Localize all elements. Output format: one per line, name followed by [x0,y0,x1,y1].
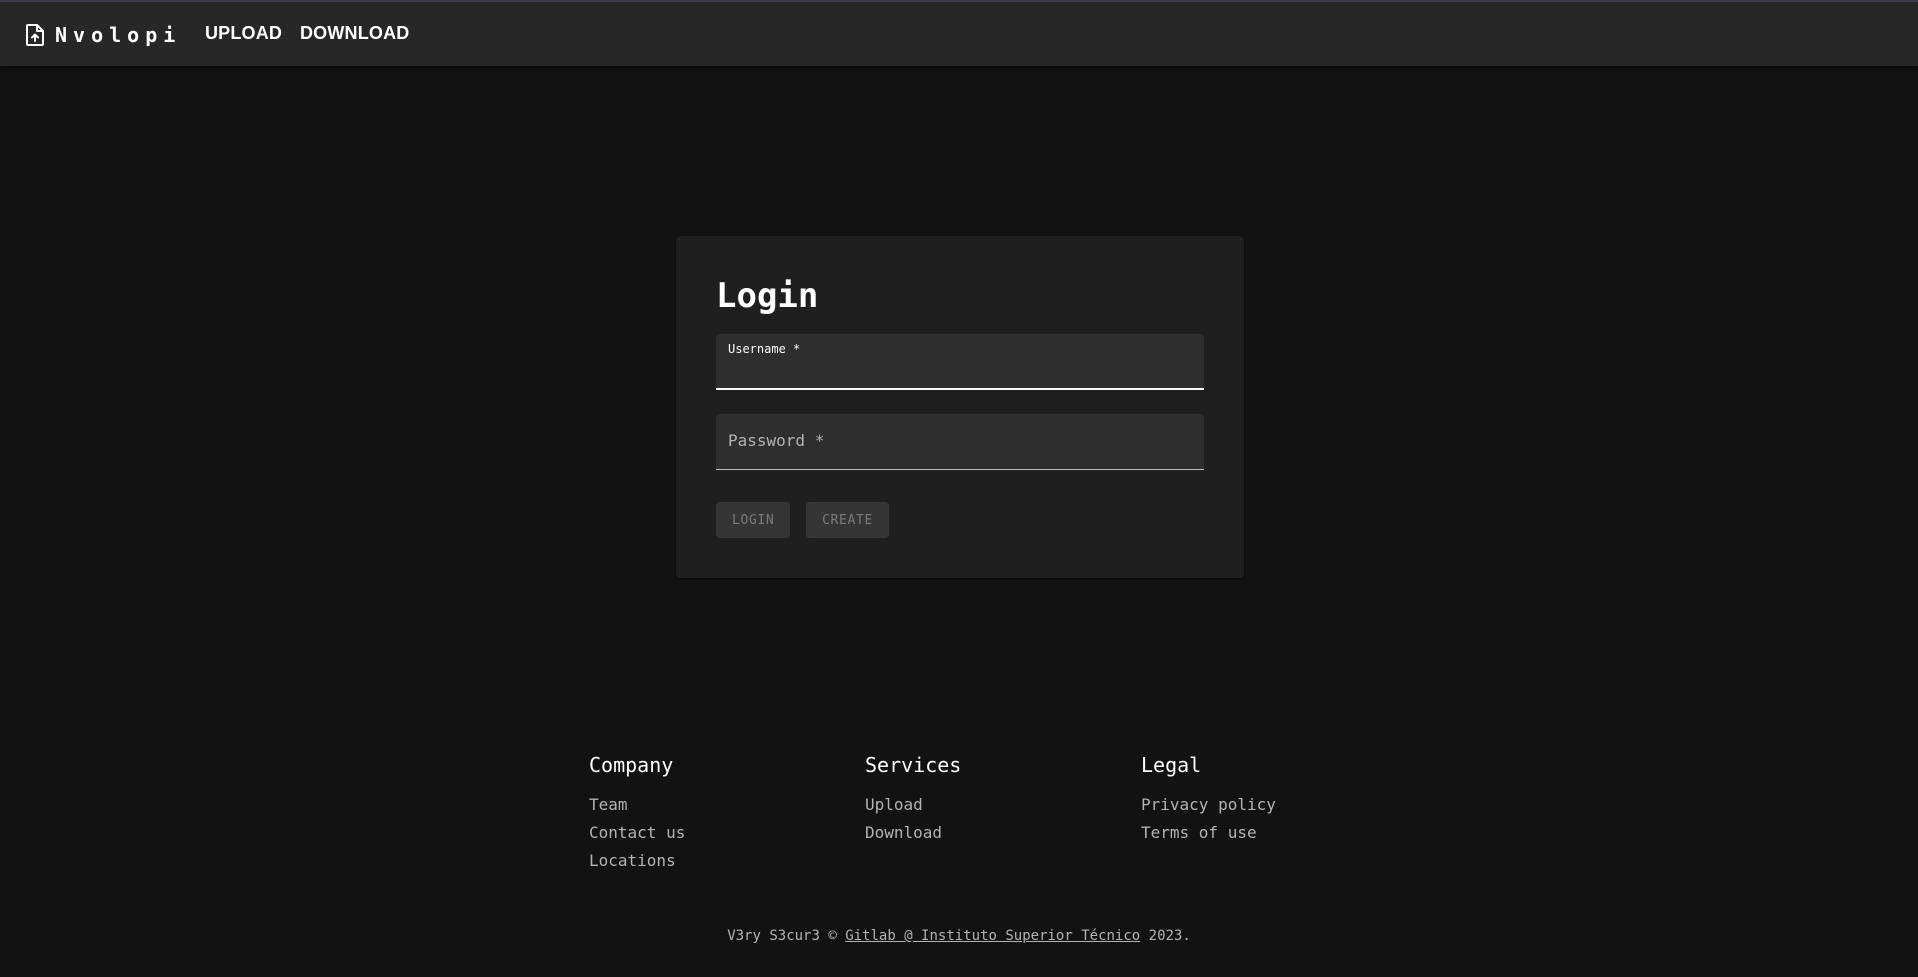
footer-link-upload[interactable]: Upload [865,791,961,819]
brand[interactable]: Nvolopi [26,22,181,48]
footer-link-download[interactable]: Download [865,819,961,847]
copyright: V3ry S3cur3 © Gitlab @ Instituto Superio… [0,926,1918,946]
nav-upload-button[interactable]: UPLOAD [205,23,282,44]
footer-column-legal: Legal Privacy policy Terms of use [1141,752,1276,847]
footer-heading-legal: Legal [1141,753,1202,777]
brand-name: Nvolopi [55,23,182,47]
create-button[interactable]: CREATE [806,502,889,538]
username-label: Username * [728,342,801,356]
copyright-prefix: V3ry S3cur3 © [727,928,846,944]
footer-link-locations[interactable]: Locations [589,847,685,875]
app-bar: Nvolopi UPLOAD DOWNLOAD [0,0,1918,66]
copyright-gitlab-link[interactable]: Gitlab @ Instituto Superior Técnico [845,928,1140,944]
footer-heading-company: Company [589,753,674,777]
username-field[interactable]: Username * [716,334,1204,390]
footer-link-terms-of-use[interactable]: Terms of use [1141,819,1276,847]
login-card: Login Username * Password * LOGIN CREATE [676,236,1244,578]
password-input[interactable] [728,441,1192,463]
footer-column-services: Services Upload Download [865,752,961,847]
copyright-suffix: 2023. [1140,928,1191,944]
login-title: Login [716,276,819,316]
footer-link-contact-us[interactable]: Contact us [589,819,685,847]
login-button[interactable]: LOGIN [716,502,790,538]
password-field[interactable]: Password * [716,414,1204,470]
username-input[interactable] [728,360,1192,382]
nav-download-button[interactable]: DOWNLOAD [300,23,409,44]
footer-heading-services: Services [865,753,962,777]
footer-link-team[interactable]: Team [589,791,685,819]
footer-link-privacy-policy[interactable]: Privacy policy [1141,791,1276,819]
file-upload-icon [26,24,44,46]
footer-column-company: Company Team Contact us Locations [589,752,685,875]
